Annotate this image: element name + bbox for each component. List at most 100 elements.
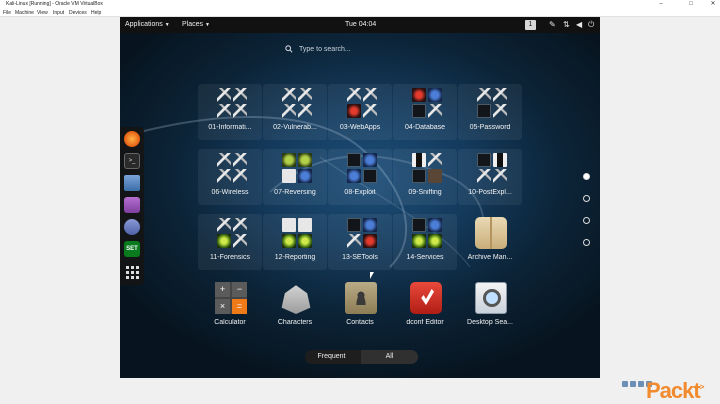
app-folder-setools[interactable]: 13-SETools (328, 214, 392, 270)
characters-icon (281, 285, 311, 314)
contacts-icon (345, 282, 377, 314)
calc-key: − (232, 282, 247, 297)
vm-screen[interactable]: Applications ▼ Places ▼ Tue 04:04 1 ✎ ⇅ ◀ … (120, 17, 600, 378)
app-folder-reporting[interactable]: 12-Reporting (263, 214, 327, 270)
app-dconf-editor[interactable]: dconf Editor (393, 279, 457, 335)
tab-all[interactable]: All (361, 350, 418, 364)
packt-mark: > (699, 382, 705, 392)
firefox-icon[interactable] (124, 131, 140, 147)
app-folder-wireless[interactable]: 06-Wireless (198, 149, 262, 205)
usb-icon[interactable] (638, 381, 644, 387)
menu-devices[interactable]: Devices (69, 10, 87, 16)
app-label: 11-Forensics (210, 254, 250, 261)
page-dot-2[interactable] (583, 195, 590, 202)
clock[interactable]: Tue 04:04 (345, 21, 376, 28)
applications-menu[interactable]: Applications ▼ (125, 21, 170, 28)
search-icon (285, 45, 293, 53)
app-folder-forensics[interactable]: 11-Forensics (198, 214, 262, 270)
app-label: 13-SETools (342, 254, 378, 261)
tools-icon (347, 88, 377, 118)
desktop-search-icon (475, 282, 507, 314)
show-apps-icon[interactable] (124, 263, 140, 279)
tools-icon (217, 153, 247, 183)
app-folder-exploit[interactable]: 08-Exploit (328, 149, 392, 205)
menu-help[interactable]: Help (91, 10, 101, 16)
app-folder-password[interactable]: 05-Password (458, 84, 522, 140)
window-title: Kali-Linux [Running] - Oracle VM Virtual… (6, 1, 103, 7)
app-folder-reversing[interactable]: 07-Reversing (263, 149, 327, 205)
app-label: 12-Reporting (274, 254, 316, 261)
pen-icon[interactable]: ✎ (549, 20, 556, 29)
app-desktop-search[interactable]: Desktop Sea... (458, 279, 522, 335)
app-label: 01-Informati... (208, 124, 252, 131)
workspace-indicator[interactable]: 1 (525, 20, 536, 30)
app-folder-webapps[interactable]: 03-WebApps (328, 84, 392, 140)
app-label: Archive Man... (467, 254, 513, 261)
chevron-down-icon: ▼ (205, 22, 210, 28)
packt-text: Packt (646, 378, 701, 403)
close-button[interactable]: ✕ (702, 0, 720, 9)
reporting-tools-icon (282, 218, 312, 248)
terminal-icon[interactable]: >_ (124, 153, 140, 169)
app-label: 14-Services (406, 254, 444, 261)
app-label: 08-Exploit (344, 189, 376, 196)
power-icon[interactable]: ⏻ (588, 20, 594, 30)
app-folder-database[interactable]: 04-Database (393, 84, 457, 140)
tweak-icon[interactable] (124, 197, 140, 213)
forensics-tools-icon (217, 218, 247, 248)
gnome-topbar: Applications ▼ Places ▼ Tue 04:04 1 ✎ ⇅ ◀ … (120, 17, 600, 33)
disk-icon[interactable] (622, 381, 628, 387)
applications-label: Applications (125, 21, 163, 28)
tab-frequent[interactable]: Frequent (305, 350, 358, 364)
calc-key: = (232, 299, 247, 314)
app-label: 04-Database (404, 124, 446, 131)
mouse-cursor (370, 272, 374, 279)
minimize-button[interactable]: – (650, 0, 672, 9)
set-icon[interactable]: SET (124, 241, 140, 257)
places-label: Places (182, 21, 204, 28)
app-label: Characters (277, 319, 313, 326)
app-label: 10-PostExpl... (468, 189, 512, 196)
app-label: Desktop Sea... (467, 319, 513, 326)
menu-machine[interactable]: Machine (15, 10, 34, 16)
app-calculator[interactable]: + − × = Calculator (198, 279, 262, 335)
tools-icon (477, 88, 507, 118)
view-switch: Frequent All (305, 350, 418, 364)
app-label: 05-Password (469, 124, 511, 131)
packt-logo: Packt> (646, 378, 705, 404)
app-label: 03-WebApps (339, 124, 381, 131)
search-field[interactable]: Type to search... (285, 45, 435, 57)
app-folder-informati[interactable]: 01-Informati... (198, 84, 262, 140)
app-folder-sniffing[interactable]: 09-Sniffing (393, 149, 457, 205)
tools-icon (282, 88, 312, 118)
page-dot-4[interactable] (583, 239, 590, 246)
calculator-icon: + − × = (215, 282, 247, 314)
app-folder-postexpl[interactable]: 10-PostExpl... (458, 149, 522, 205)
virtualbox-titlebar: Kali-Linux [Running] - Oracle VM Virtual… (0, 0, 720, 9)
app-contacts[interactable]: Contacts (328, 279, 392, 335)
optical-icon[interactable] (630, 381, 636, 387)
exploit-tools-icon (347, 153, 377, 183)
app-folder-vulnerab[interactable]: 02-Vulnerab... (263, 84, 327, 140)
stack-icon[interactable] (124, 219, 140, 235)
places-menu[interactable]: Places ▼ (182, 21, 210, 28)
se-tools-icon (347, 218, 377, 248)
search-placeholder: Type to search... (299, 46, 351, 53)
menu-file[interactable]: File (3, 10, 11, 16)
app-folder-services[interactable]: 14-Services (393, 214, 457, 270)
page-dot-1[interactable] (583, 173, 590, 180)
archive-icon (475, 217, 507, 249)
app-label: Calculator (214, 319, 246, 326)
tools-icon (217, 88, 247, 118)
network-icon[interactable]: ⇅ (563, 20, 570, 29)
virtualbox-menubar: File Machine View Input Devices Help (0, 9, 720, 17)
page-dot-3[interactable] (583, 217, 590, 224)
menu-input[interactable]: Input (53, 10, 64, 16)
volume-icon[interactable]: ◀ (576, 20, 582, 29)
app-archive-manager[interactable]: Archive Man... (458, 214, 522, 270)
app-characters[interactable]: Characters (263, 279, 327, 335)
chevron-down-icon: ▼ (164, 22, 170, 28)
maximize-button[interactable]: □ (680, 0, 702, 9)
files-icon[interactable] (124, 175, 140, 191)
menu-view[interactable]: View (37, 10, 48, 16)
